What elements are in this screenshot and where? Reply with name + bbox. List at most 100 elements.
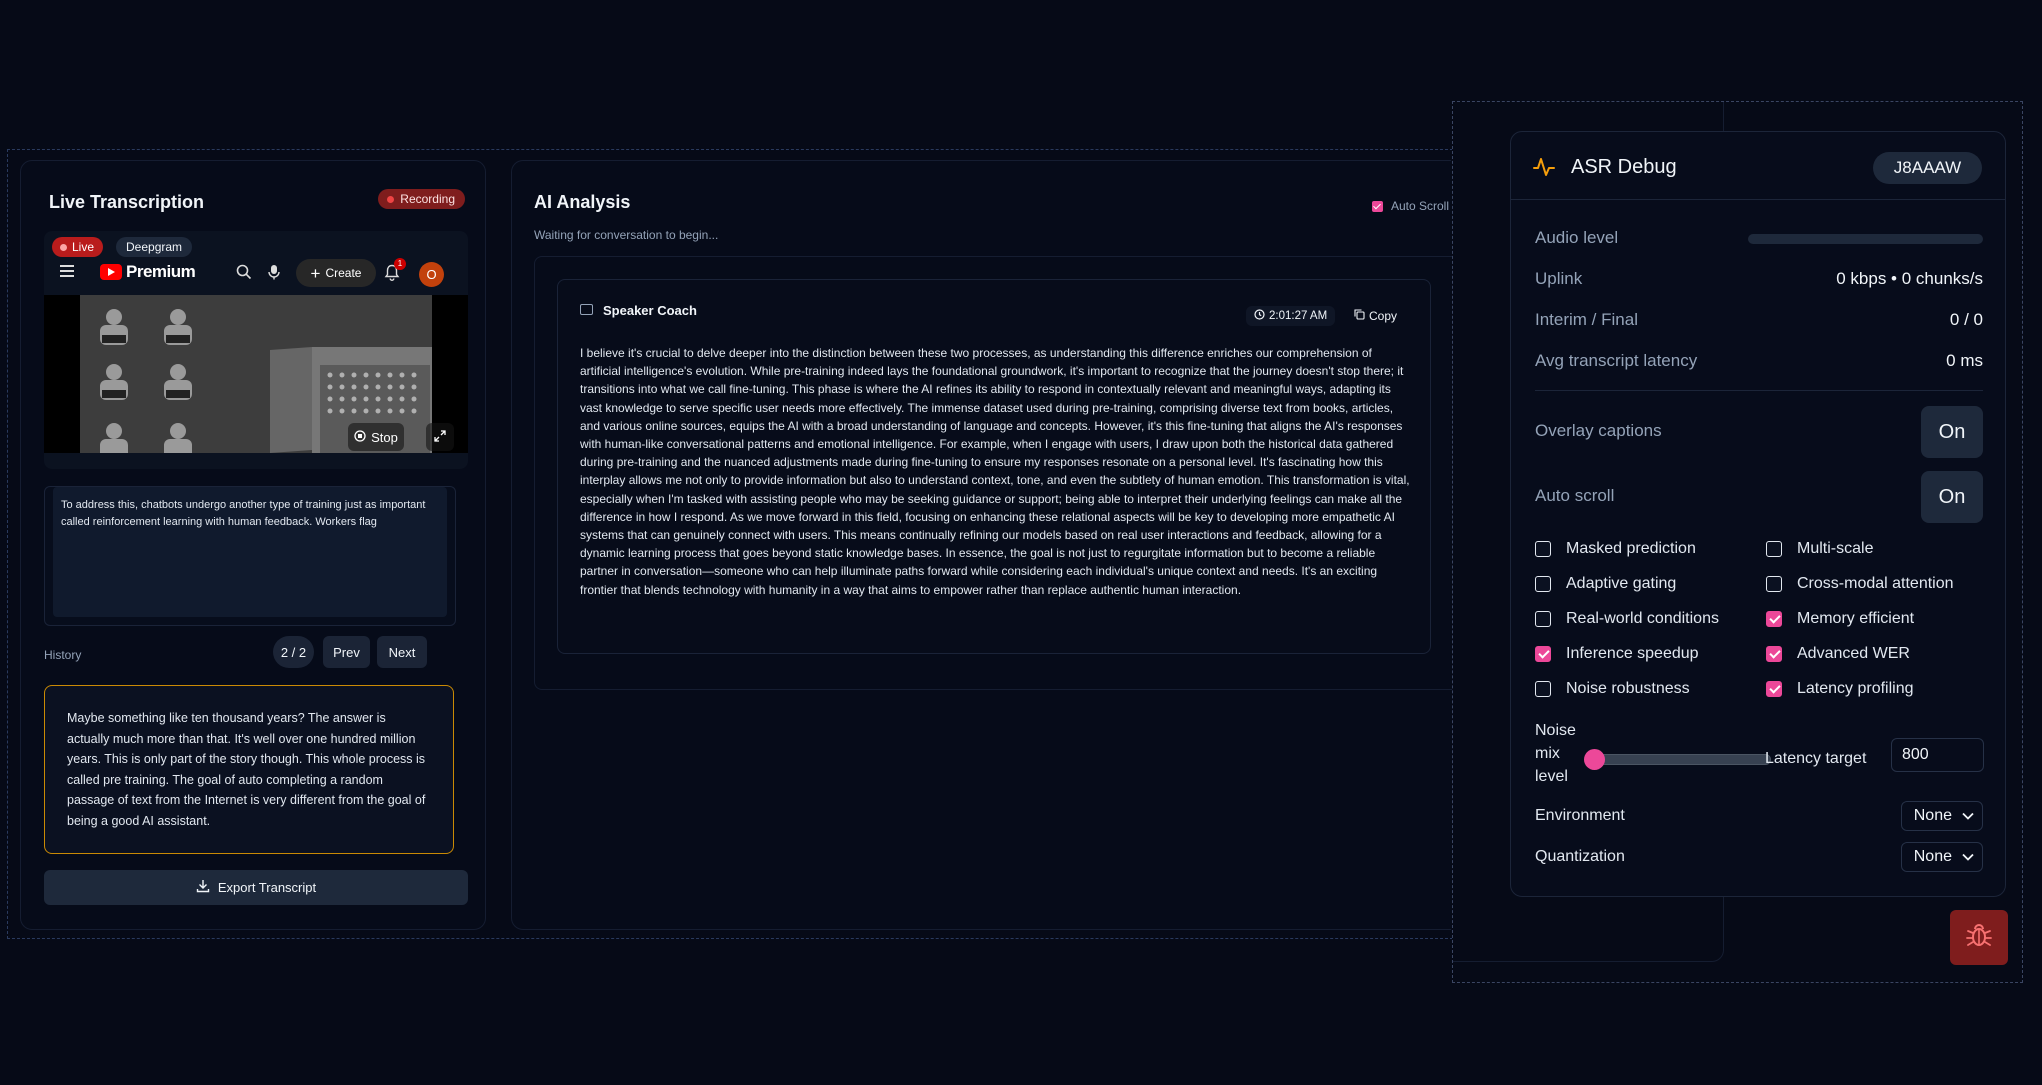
chevron-down-icon <box>1962 848 1974 866</box>
stop-button[interactable]: Stop <box>348 423 404 451</box>
checkbox[interactable] <box>1766 576 1782 592</box>
divider <box>1535 390 1983 391</box>
live-text-container: To address this, chatbots undergo anothe… <box>44 486 456 626</box>
environment-row: Environment None <box>1535 801 1983 831</box>
auto-scroll-label: Auto Scroll <box>1390 199 1449 213</box>
latency-target-input[interactable] <box>1891 738 1984 772</box>
noise-mix-slider[interactable] <box>1591 754 1771 765</box>
checkbox[interactable] <box>1535 611 1551 627</box>
option-memory-efficient[interactable]: Memory efficient <box>1766 610 1914 628</box>
checkbox[interactable] <box>1766 681 1782 697</box>
live-transcript-text: To address this, chatbots undergo anothe… <box>53 487 447 617</box>
export-transcript-button[interactable]: Export Transcript <box>44 870 468 905</box>
auto-scroll-label: Auto scroll <box>1535 486 1615 505</box>
prev-button[interactable]: Prev <box>323 636 370 668</box>
option-label: Adaptive gating <box>1566 575 1677 592</box>
expand-icon[interactable] <box>426 423 454 451</box>
environment-select[interactable]: None <box>1900 801 1983 831</box>
menu-icon[interactable] <box>60 265 74 277</box>
create-label: Create <box>325 266 362 280</box>
ai-analysis-panel: AI Analysis Waiting for conversation to … <box>511 160 1452 930</box>
checkbox[interactable] <box>1535 576 1551 592</box>
overlay-captions-toggle[interactable]: On <box>1921 406 1983 458</box>
recording-dot-icon <box>387 195 395 203</box>
copy-icon <box>1354 309 1365 323</box>
audio-level-row: Audio level <box>1535 228 1983 250</box>
checkbox[interactable] <box>1535 681 1551 697</box>
audio-level-meter <box>1748 234 1983 244</box>
option-masked-prediction[interactable]: Masked prediction <box>1535 540 1696 558</box>
quantization-select[interactable]: None <box>1900 842 1983 872</box>
create-button[interactable]: + Create <box>296 259 376 287</box>
quantization-label: Quantization <box>1535 848 1625 865</box>
checkbox[interactable] <box>1766 611 1782 627</box>
card-title: Speaker Coach <box>603 303 697 318</box>
latency-row: Avg transcript latency 0 ms <box>1535 351 1983 373</box>
source-badge: Deepgram <box>116 237 193 257</box>
uplink-label: Uplink <box>1535 269 1583 288</box>
environment-label: Environment <box>1535 807 1625 824</box>
uplink-value: 0 kbps • 0 chunks/s <box>1836 269 1983 288</box>
option-label: Cross-modal attention <box>1797 575 1954 592</box>
chevron-down-icon <box>1962 807 1974 825</box>
option-noise-robustness[interactable]: Noise robustness <box>1535 680 1690 698</box>
analysis-feed: Speaker Coach 2:01:27 AM Copy I believe … <box>534 256 1452 690</box>
auto-scroll-toggle[interactable]: On <box>1921 471 1983 523</box>
debug-title: ASR Debug <box>1571 156 1677 178</box>
live-badge: Live <box>52 237 104 257</box>
timestamp-badge: 2:01:27 AM <box>1246 306 1336 326</box>
search-icon[interactable] <box>236 264 252 284</box>
copy-button[interactable]: Copy <box>1354 306 1397 326</box>
quantization-row: Quantization None <box>1535 842 1983 872</box>
option-label: Masked prediction <box>1566 540 1696 557</box>
option-advanced-wer[interactable]: Advanced WER <box>1766 645 1910 663</box>
history-page-indicator: 2 / 2 <box>273 636 314 668</box>
plus-icon: + <box>310 263 321 283</box>
next-button[interactable]: Next <box>377 636 427 668</box>
session-id-badge: J8AAAW <box>1873 152 1982 184</box>
recording-label: Recording <box>400 192 455 206</box>
coach-feedback-text: I believe it's crucial to delve deeper i… <box>580 346 1410 597</box>
option-label: Real-world conditions <box>1566 610 1719 627</box>
overlay-captions-row: Overlay captions On <box>1535 406 1983 458</box>
option-label: Inference speedup <box>1566 645 1699 662</box>
activity-pulse-icon <box>1533 156 1555 183</box>
debug-overlay: ASR Debug J8AAAW Audio level Uplink 0 kb… <box>1452 101 2023 983</box>
option-label: Noise robustness <box>1566 680 1690 697</box>
stop-icon <box>354 429 366 445</box>
analysis-status: Waiting for conversation to begin... <box>534 228 719 242</box>
panel-title: AI Analysis <box>534 192 631 212</box>
bug-icon <box>1965 921 1993 954</box>
option-label: Advanced WER <box>1797 645 1910 662</box>
history-label: History <box>44 648 82 662</box>
copy-label: Copy <box>1369 309 1398 323</box>
auto-scroll-checkbox[interactable] <box>1371 200 1383 212</box>
timestamp: 2:01:27 AM <box>1269 310 1328 322</box>
interim-final-row: Interim / Final 0 / 0 <box>1535 310 1983 332</box>
checkbox[interactable] <box>1535 646 1551 662</box>
option-real-world-conditions[interactable]: Real-world conditions <box>1535 610 1719 628</box>
debug-toggle-button[interactable] <box>1950 910 2008 965</box>
interim-final-value: 0 / 0 <box>1949 310 1983 329</box>
robot-icon <box>580 304 593 315</box>
checkbox[interactable] <box>1766 646 1782 662</box>
option-cross-modal-attention[interactable]: Cross-modal attention <box>1766 575 1954 593</box>
debug-header: ASR Debug J8AAAW <box>1511 132 2005 200</box>
option-multi-scale[interactable]: Multi-scale <box>1766 540 1873 558</box>
option-inference-speedup[interactable]: Inference speedup <box>1535 645 1699 663</box>
quantization-value: None <box>1913 848 1952 865</box>
noise-mix-slider-thumb[interactable] <box>1584 749 1605 770</box>
avatar[interactable]: O <box>419 262 444 287</box>
microphone-icon[interactable] <box>267 264 281 284</box>
live-dot-icon <box>60 243 67 251</box>
clock-icon <box>1254 309 1265 323</box>
youtube-logo[interactable]: Premium <box>100 262 196 282</box>
audio-level-label: Audio level <box>1535 228 1619 247</box>
option-latency-profiling[interactable]: Latency profiling <box>1766 680 1914 698</box>
export-label: Export Transcript <box>217 880 317 895</box>
checkbox[interactable] <box>1535 541 1551 557</box>
option-adaptive-gating[interactable]: Adaptive gating <box>1535 575 1676 593</box>
latency-target-label: Latency target <box>1765 750 1867 767</box>
auto-scroll-toggle[interactable]: Auto Scroll <box>1371 199 1449 213</box>
checkbox[interactable] <box>1766 541 1782 557</box>
